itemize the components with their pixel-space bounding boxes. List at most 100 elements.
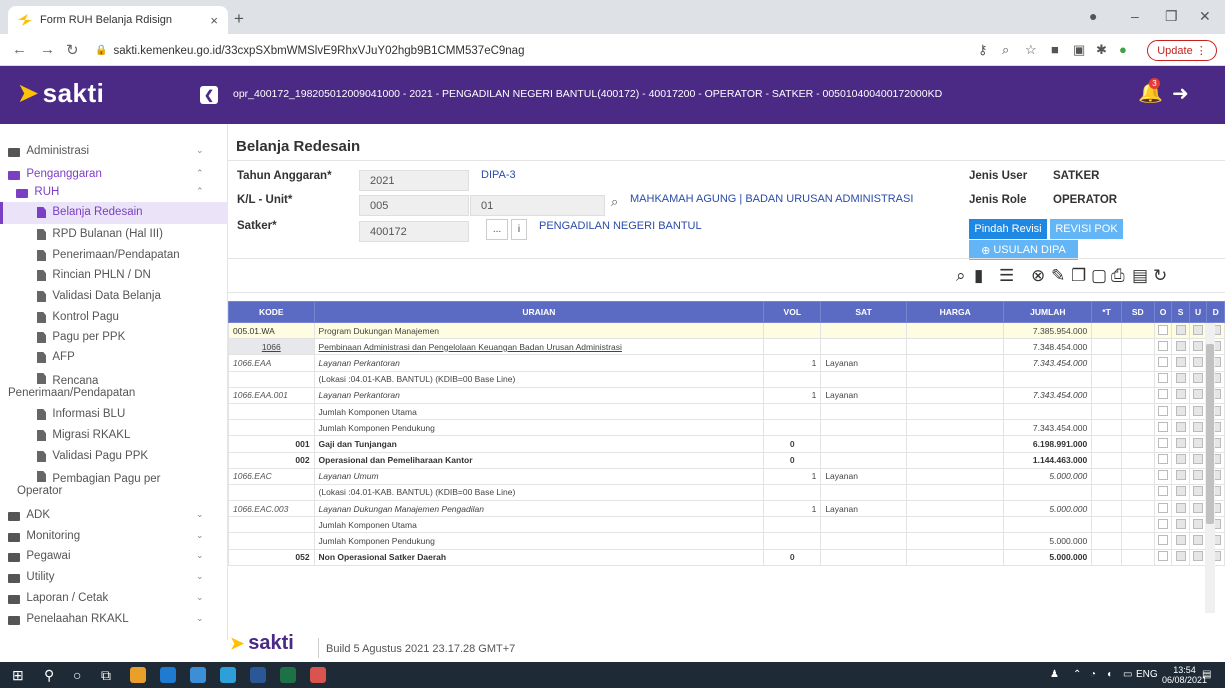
sidebar-item-pembagian-pagu[interactable]: Pembagian Pagu per Operator bbox=[0, 470, 228, 497]
cancel-icon[interactable]: ⊗ bbox=[1031, 266, 1045, 286]
checkbox-o[interactable] bbox=[1158, 340, 1169, 351]
checkbox-s[interactable] bbox=[1175, 373, 1186, 384]
sidebar-item-adk[interactable]: ADK ⌄ bbox=[0, 509, 228, 521]
table-scroll-thumb[interactable] bbox=[1206, 344, 1214, 524]
file-explorer-icon[interactable] bbox=[220, 667, 236, 683]
sidebar-item-penerimaan[interactable]: Penerimaan/Pendapatan bbox=[0, 249, 228, 261]
excel-app-icon[interactable] bbox=[280, 667, 296, 683]
table-row[interactable]: 1066.EAC.003 Layanan Dukungan Manajemen P… bbox=[228, 500, 1225, 518]
collapse-sidebar-button[interactable]: ❮ bbox=[200, 86, 218, 104]
table-row[interactable]: (Lokasi :04.01-KAB. BANTUL) (KDIB=00 Bas… bbox=[228, 370, 1225, 388]
col-vol[interactable]: VOL bbox=[763, 301, 822, 323]
logout-icon[interactable]: ➜ bbox=[1172, 81, 1189, 106]
sidebar-item-belanja-redesain[interactable]: Belanja Redesain bbox=[0, 202, 228, 224]
sidebar-item-kontrol-pagu[interactable]: Kontrol Pagu bbox=[0, 311, 228, 323]
profile-dot-icon[interactable]: ● bbox=[1089, 8, 1097, 24]
checkbox-s[interactable] bbox=[1175, 454, 1186, 465]
refresh-icon[interactable]: ↻ bbox=[1153, 266, 1167, 286]
table-row[interactable]: 005.01.WA Program Dukungan Manajemen 7.385… bbox=[228, 321, 1225, 340]
table-row[interactable]: Jumlah Komponen Utama bbox=[228, 516, 1225, 534]
col-kode[interactable]: KODE bbox=[228, 301, 315, 323]
checkbox-o[interactable] bbox=[1158, 502, 1169, 513]
maximize-icon[interactable]: ❐ bbox=[1165, 8, 1178, 25]
sidebar-item-penelaahan-rkakl[interactable]: Penelaahan RKAKL ⌄ bbox=[0, 613, 228, 625]
forward-icon[interactable]: → bbox=[40, 41, 55, 58]
usulan-dipa-button[interactable]: ⊕ USULAN DIPA bbox=[969, 240, 1078, 260]
col-s[interactable]: S bbox=[1171, 301, 1190, 323]
sidebar-item-migrasi-rkakl[interactable]: Migrasi RKAKL bbox=[0, 429, 228, 441]
windows-start-icon[interactable]: ⊞ bbox=[12, 667, 24, 684]
print-icon[interactable]: ⎙ bbox=[1111, 266, 1125, 286]
profile-icon[interactable]: ● bbox=[1119, 42, 1127, 57]
bookmark-star-icon[interactable]: ☆ bbox=[1025, 42, 1037, 58]
save-icon[interactable]: ▤ bbox=[1132, 266, 1148, 286]
task-view-icon[interactable]: ⧉ bbox=[101, 667, 111, 684]
col-d[interactable]: D bbox=[1206, 301, 1225, 323]
checkbox-o[interactable] bbox=[1158, 356, 1169, 367]
key-icon[interactable]: ⚷ bbox=[978, 42, 988, 58]
reload-icon[interactable]: ↻ bbox=[66, 41, 79, 59]
checkbox-u[interactable] bbox=[1193, 535, 1204, 546]
checkbox-o[interactable] bbox=[1158, 454, 1169, 465]
table-row[interactable]: 1066 Pembinaan Administrasi dan Pengelola… bbox=[228, 338, 1225, 356]
checkbox-s[interactable] bbox=[1175, 470, 1186, 481]
media-icon[interactable]: ▣ bbox=[1073, 42, 1085, 58]
checkbox-u[interactable] bbox=[1193, 551, 1204, 562]
taskbar-clock[interactable]: 13:54 06/08/2021 bbox=[1162, 665, 1207, 685]
edit-icon[interactable]: ✎ bbox=[1051, 266, 1065, 286]
sidebar-item-rincian-phln[interactable]: Rincian PHLN / DN bbox=[0, 269, 228, 281]
word-app-icon[interactable] bbox=[250, 667, 266, 683]
minimize-icon[interactable]: – bbox=[1131, 8, 1139, 24]
checkbox-o[interactable] bbox=[1158, 373, 1169, 384]
checkbox-o[interactable] bbox=[1158, 421, 1169, 432]
checkbox-o[interactable] bbox=[1158, 518, 1169, 529]
checkbox-u[interactable] bbox=[1193, 340, 1204, 351]
checkbox-o[interactable] bbox=[1158, 551, 1169, 562]
update-button[interactable]: Update ⋮ bbox=[1147, 40, 1217, 61]
checkbox-o[interactable] bbox=[1158, 389, 1169, 400]
satker-field[interactable]: 400172 bbox=[359, 221, 469, 242]
search-icon[interactable]: ⚲ bbox=[44, 667, 54, 684]
cortana-icon[interactable]: ○ bbox=[73, 667, 81, 683]
col-u[interactable]: U bbox=[1188, 301, 1208, 323]
checkbox-s[interactable] bbox=[1175, 486, 1186, 497]
new-tab-icon[interactable]: + bbox=[234, 9, 244, 29]
table-row[interactable]: 1066.EAA.001 Layanan Perkantoran 1 Layanan 7… bbox=[228, 386, 1225, 404]
calculator-app-icon[interactable] bbox=[190, 667, 206, 683]
col-sat[interactable]: SAT bbox=[820, 301, 907, 323]
table-row[interactable]: (Lokasi :04.01-KAB. BANTUL) (KDIB=00 Bas… bbox=[228, 483, 1225, 502]
col-o[interactable]: O bbox=[1153, 301, 1173, 323]
sidebar-item-validasi-data-belanja[interactable]: Validasi Data Belanja bbox=[0, 290, 228, 302]
browser-tab[interactable]: Form RUH Belanja Rdisign × bbox=[8, 6, 228, 34]
checkbox-s[interactable] bbox=[1175, 340, 1186, 351]
sidebar-item-laporan-cetak[interactable]: Laporan / Cetak ⌄ bbox=[0, 592, 228, 604]
table-row[interactable]: Jumlah Komponen Utama bbox=[228, 402, 1225, 421]
checkbox-s[interactable] bbox=[1175, 502, 1186, 513]
checkbox-s[interactable] bbox=[1175, 437, 1186, 448]
close-window-icon[interactable]: ✕ bbox=[1199, 8, 1211, 25]
edge-app-icon[interactable] bbox=[160, 667, 176, 683]
checkbox-u[interactable] bbox=[1193, 421, 1204, 432]
checkbox-u[interactable] bbox=[1193, 373, 1204, 384]
sidebar-item-informasi-blu[interactable]: Informasi BLU bbox=[0, 408, 228, 420]
bookmark-icon[interactable]: ▮ bbox=[974, 266, 983, 286]
checkbox-s[interactable] bbox=[1175, 535, 1186, 546]
tahun-anggaran-field[interactable]: 2021 bbox=[359, 170, 469, 191]
tray-chevron-icon[interactable]: ⌃ bbox=[1073, 669, 1081, 680]
back-icon[interactable]: ← bbox=[12, 41, 27, 58]
battery-icon[interactable]: ▭ bbox=[1123, 669, 1132, 680]
checkbox-o[interactable] bbox=[1158, 470, 1169, 481]
close-tab-icon[interactable]: × bbox=[210, 13, 218, 28]
kl-field[interactable]: 005 bbox=[359, 195, 469, 216]
table-row[interactable]: 052 Non Operasional Satker Daerah 0 5.000.0… bbox=[228, 548, 1225, 566]
checkbox-o[interactable] bbox=[1158, 324, 1169, 335]
satker-lookup-button[interactable]: ... bbox=[486, 219, 508, 240]
extension-icon[interactable]: ■ bbox=[1051, 42, 1059, 57]
volume-icon[interactable]: ◖ bbox=[1106, 669, 1112, 680]
table-row[interactable]: Jumlah Komponen Pendukung 5.000.000 bbox=[228, 532, 1225, 550]
people-icon[interactable]: ♟ bbox=[1050, 669, 1059, 680]
url-bar[interactable]: 🔒 sakti.kemenkeu.go.id/33cxpSXbmWMSlvE9R… bbox=[95, 40, 955, 61]
checkbox-u[interactable] bbox=[1193, 324, 1204, 335]
checkbox-u[interactable] bbox=[1193, 454, 1204, 465]
checkbox-u[interactable] bbox=[1193, 437, 1204, 448]
